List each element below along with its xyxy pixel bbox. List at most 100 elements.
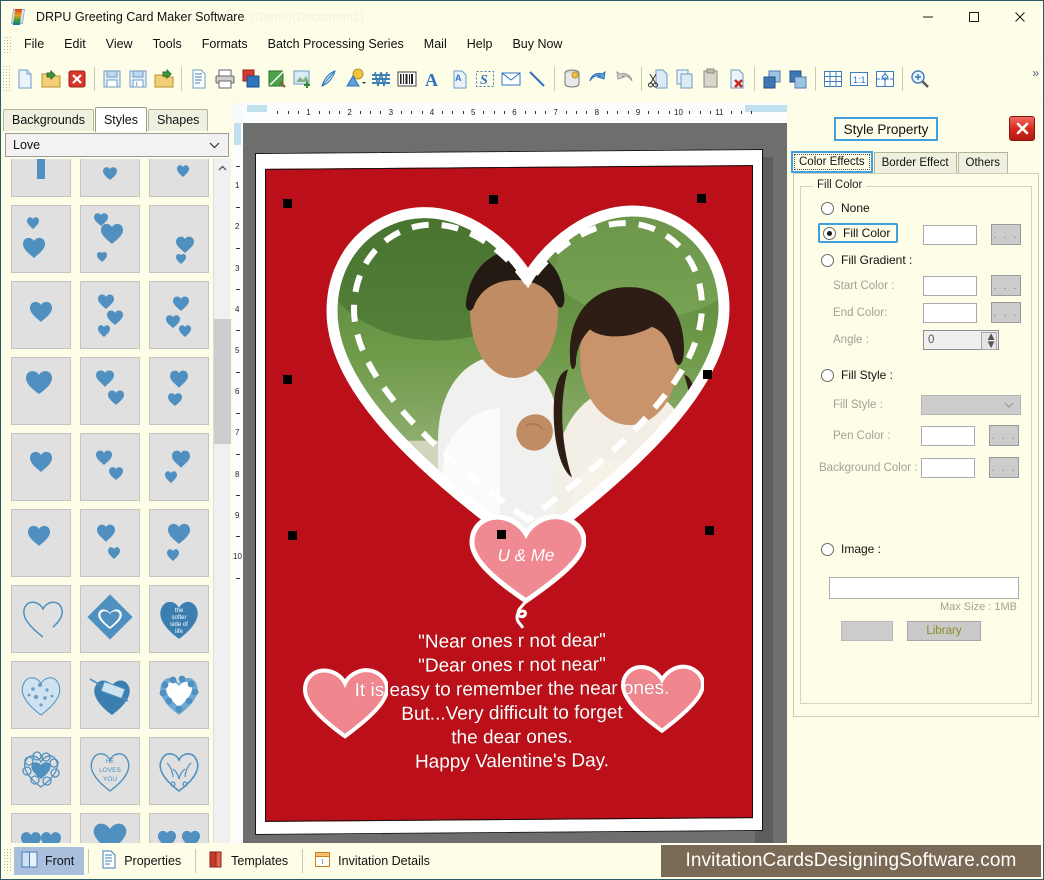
status-button-properties[interactable]: Properties <box>93 847 191 875</box>
pen-color-browse-button[interactable]: . . . <box>989 425 1019 446</box>
text-tool-icon[interactable]: A <box>420 64 446 94</box>
export-folder-icon[interactable] <box>151 64 177 94</box>
style-thumbnail[interactable] <box>149 509 209 577</box>
style-thumbnail[interactable] <box>11 737 71 805</box>
pen-tool-icon[interactable] <box>316 64 342 94</box>
line-tool-icon[interactable] <box>524 64 550 94</box>
style-thumbnail[interactable] <box>11 357 71 425</box>
shape-tool-icon[interactable] <box>342 64 368 94</box>
style-thumbnail[interactable] <box>80 205 140 273</box>
open-folder-icon[interactable] <box>38 64 64 94</box>
toolbar-overflow-button[interactable]: » <box>1032 66 1039 80</box>
style-thumbnail[interactable] <box>80 433 140 501</box>
copy-icon[interactable] <box>672 64 698 94</box>
greeting-card[interactable]: U & Me "Near ones r not dear" "Dear ones… <box>255 149 773 843</box>
zoom-in-icon[interactable] <box>907 64 933 94</box>
status-button-front[interactable]: Front <box>14 847 85 875</box>
fill-style-select[interactable] <box>921 395 1021 415</box>
print-icon[interactable] <box>212 64 238 94</box>
card-quote-text[interactable]: "Near ones r not dear" "Dear ones r not … <box>290 628 734 775</box>
style-thumbnail[interactable] <box>11 509 71 577</box>
fill-color-browse-button[interactable]: . . . <box>991 224 1021 245</box>
radio-none[interactable]: None <box>821 201 870 215</box>
zoom-actual-size-icon[interactable]: 1:1 <box>846 64 872 94</box>
background-color-icon[interactable] <box>264 64 290 94</box>
card-stage[interactable]: U & Me "Near ones r not dear" "Dear ones… <box>243 123 787 843</box>
status-button-invitation-details[interactable]: I Invitation Details <box>307 847 440 875</box>
cut-icon[interactable] <box>646 64 672 94</box>
delete-icon[interactable] <box>724 64 750 94</box>
end-color-browse-button[interactable]: . . . <box>991 302 1021 323</box>
radio-fill-gradient[interactable]: Fill Gradient : <box>821 253 912 267</box>
style-thumbnail[interactable] <box>11 661 71 729</box>
start-color-browse-button[interactable]: . . . <box>991 275 1021 296</box>
image-path-input[interactable] <box>829 577 1019 599</box>
watermark-icon[interactable] <box>368 64 394 94</box>
style-thumbnail[interactable] <box>80 661 140 729</box>
end-color-swatch[interactable] <box>923 303 977 323</box>
tab-color-effects[interactable]: Color Effects <box>791 151 873 173</box>
style-thumbnail[interactable] <box>149 281 209 349</box>
tab-styles[interactable]: Styles <box>94 107 148 132</box>
close-panel-button[interactable] <box>1009 116 1035 141</box>
style-thumbnail[interactable]: HE LOVES YOU <box>80 737 140 805</box>
style-thumbnail[interactable] <box>11 585 71 653</box>
image-library-button[interactable]: Library <box>907 621 981 641</box>
status-button-templates[interactable]: Templates <box>200 847 298 875</box>
menu-item-batch-processing-series[interactable]: Batch Processing Series <box>258 34 414 55</box>
menu-grip[interactable] <box>4 35 12 53</box>
redo-icon[interactable] <box>611 64 637 94</box>
close-button[interactable] <box>997 1 1043 32</box>
bring-to-front-icon[interactable] <box>759 64 785 94</box>
barcode-icon[interactable] <box>394 64 420 94</box>
grid-icon[interactable] <box>820 64 846 94</box>
selection-handle[interactable] <box>705 526 714 535</box>
toolbar-grip[interactable] <box>3 66 10 92</box>
menu-item-tools[interactable]: Tools <box>143 34 192 55</box>
style-thumbnail[interactable] <box>149 661 209 729</box>
menu-item-edit[interactable]: Edit <box>54 34 96 55</box>
tab-border-effect[interactable]: Border Effect <box>873 152 957 173</box>
radio-fill-style[interactable]: Fill Style : <box>821 368 893 382</box>
scroll-up-icon[interactable] <box>214 159 231 176</box>
fill-color-swatch[interactable] <box>923 225 977 245</box>
background-color-swatch[interactable] <box>921 458 975 478</box>
menu-item-formats[interactable]: Formats <box>192 34 258 55</box>
background-color-browse-button[interactable]: . . . <box>989 457 1019 478</box>
save-icon[interactable] <box>99 64 125 94</box>
style-thumbnail[interactable] <box>80 585 140 653</box>
tab-others[interactable]: Others <box>957 152 1009 173</box>
save-as-icon[interactable]: I <box>125 64 151 94</box>
style-thumbnail[interactable] <box>11 159 71 197</box>
card-background[interactable]: U & Me "Near ones r not dear" "Dear ones… <box>265 165 753 822</box>
heart-photo-frame[interactable] <box>318 188 738 561</box>
style-thumbnail[interactable] <box>149 205 209 273</box>
style-thumbnail[interactable] <box>149 159 209 197</box>
envelope-icon[interactable] <box>498 64 524 94</box>
style-thumbnail-grid[interactable]: the softer side of life HE LOVES YOU <box>5 159 213 879</box>
scrollbar-thumb[interactable] <box>214 319 231 444</box>
text-page-icon[interactable]: A <box>446 64 472 94</box>
balloon-heart[interactable]: U & Me <box>466 512 587 631</box>
selection-handle[interactable] <box>283 375 292 384</box>
radio-image[interactable]: Image : <box>821 542 881 556</box>
selection-handle[interactable] <box>497 530 506 539</box>
tab-backgrounds[interactable]: Backgrounds <box>3 109 94 131</box>
menu-item-mail[interactable]: Mail <box>414 34 457 55</box>
style-thumbnail[interactable] <box>11 433 71 501</box>
menu-item-buy-now[interactable]: Buy Now <box>502 34 572 55</box>
style-thumbnail[interactable] <box>149 737 209 805</box>
close-document-icon[interactable] <box>64 64 90 94</box>
status-bar-grip[interactable] <box>4 849 11 873</box>
style-thumbnail[interactable] <box>149 433 209 501</box>
selection-handle[interactable] <box>283 199 292 208</box>
style-thumbnail[interactable] <box>80 159 140 197</box>
fit-to-window-icon[interactable] <box>872 64 898 94</box>
style-thumbnail[interactable] <box>11 281 71 349</box>
selection-handle[interactable] <box>703 370 712 379</box>
selection-handle[interactable] <box>288 531 297 540</box>
style-thumbnail[interactable] <box>80 509 140 577</box>
database-icon[interactable] <box>559 64 585 94</box>
style-thumbnail[interactable] <box>80 357 140 425</box>
style-category-select[interactable]: Love <box>5 133 229 157</box>
